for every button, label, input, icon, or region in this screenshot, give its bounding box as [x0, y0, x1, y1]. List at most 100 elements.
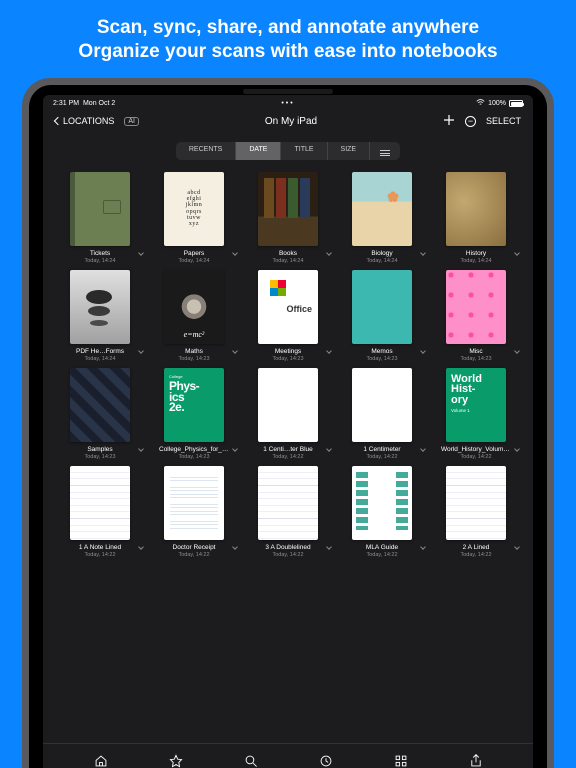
item-date: Today, 14:23: [433, 356, 519, 362]
hero-line-1: Scan, sync, share, and annotate anywhere: [20, 16, 556, 40]
item-name: Tickets: [65, 250, 135, 257]
chevron-down-icon[interactable]: [420, 348, 426, 354]
item-name: 1 Centi…ter Blue: [253, 446, 323, 453]
notebook-item[interactable]: HistoryToday, 14:24: [433, 172, 519, 264]
item-name: 3 A Doublelined: [253, 544, 323, 551]
chevron-down-icon[interactable]: [326, 446, 332, 452]
item-date: Today, 14:24: [151, 258, 237, 264]
item-date: Today, 14:23: [151, 454, 237, 460]
item-date: Today, 14:24: [433, 258, 519, 264]
page-title: On My iPad: [265, 116, 317, 127]
favorites-tab[interactable]: [169, 754, 183, 768]
item-name: 2 A Lined: [441, 544, 511, 551]
recent-tab[interactable]: [319, 754, 333, 768]
notebook-item[interactable]: MemosToday, 14:23: [339, 270, 425, 362]
item-name: Papers: [159, 250, 229, 257]
tab-bar: [43, 743, 533, 768]
item-date: Today, 14:24: [57, 258, 143, 264]
notebook-item[interactable]: PDF He…FormsToday, 14:24: [57, 270, 143, 362]
notebook-item[interactable]: 1 CentimeterToday, 14:22: [339, 368, 425, 460]
item-date: Today, 14:23: [57, 454, 143, 460]
notebook-item[interactable]: CollegePhys-ics2e.College_Physics_for_A……: [151, 368, 237, 460]
chevron-down-icon[interactable]: [138, 544, 144, 550]
chevron-down-icon[interactable]: [138, 446, 144, 452]
ipad-frame: 2:31 PM Mon Oct 2 ••• 100% LO: [22, 78, 554, 768]
notebook-item[interactable]: OfficeMeetingsToday, 14:23: [245, 270, 331, 362]
segment-title[interactable]: TITLE: [281, 142, 327, 160]
notebook-item[interactable]: SamplesToday, 14:23: [57, 368, 143, 460]
browse-tab[interactable]: [394, 754, 408, 768]
status-bar: 2:31 PM Mon Oct 2 ••• 100%: [43, 95, 533, 110]
item-date: Today, 14:22: [57, 552, 143, 558]
chevron-down-icon[interactable]: [514, 446, 520, 452]
segment-recents[interactable]: RECENTS: [176, 142, 236, 160]
search-tab[interactable]: [244, 754, 258, 768]
notebook-item[interactable]: BooksToday, 14:24: [245, 172, 331, 264]
chevron-down-icon[interactable]: [326, 250, 332, 256]
list-view-toggle[interactable]: [370, 142, 400, 160]
chevron-down-icon[interactable]: [138, 348, 144, 354]
chevron-down-icon[interactable]: [232, 544, 238, 550]
notebook-item[interactable]: BiologyToday, 14:24: [339, 172, 425, 264]
chevron-left-icon: [54, 117, 62, 125]
item-date: Today, 14:22: [245, 552, 331, 558]
item-date: Today, 14:22: [433, 552, 519, 558]
item-date: Today, 14:22: [151, 552, 237, 558]
back-button[interactable]: LOCATIONS: [55, 116, 114, 126]
segment-date[interactable]: DATE: [236, 142, 281, 160]
camera-notch: [243, 89, 333, 94]
chevron-down-icon[interactable]: [514, 544, 520, 550]
item-name: Meetings: [253, 348, 323, 355]
item-date: Today, 14:24: [339, 258, 425, 264]
chevron-down-icon[interactable]: [420, 250, 426, 256]
item-name: Memos: [347, 348, 417, 355]
item-name: Doctor Receipt: [159, 544, 229, 551]
notebook-item[interactable]: abcdefghijklmnopqrstuvwxyzPapersToday, 1…: [151, 172, 237, 264]
chevron-down-icon[interactable]: [232, 348, 238, 354]
notebook-item[interactable]: 1 A Note LinedToday, 14:22: [57, 466, 143, 558]
select-button[interactable]: SELECT: [486, 116, 521, 126]
item-name: World_History_Volume_1: [441, 446, 511, 453]
chevron-down-icon[interactable]: [420, 544, 426, 550]
notebook-item[interactable]: 2 A LinedToday, 14:22: [433, 466, 519, 558]
item-date: Today, 14:23: [339, 356, 425, 362]
notebook-item[interactable]: TicketsToday, 14:24: [57, 172, 143, 264]
notebook-item[interactable]: 3 A DoublelinedToday, 14:22: [245, 466, 331, 558]
notebook-item[interactable]: WorldHist-oryVolume 1World_History_Volum…: [433, 368, 519, 460]
item-date: Today, 14:22: [433, 454, 519, 460]
nav-bar: LOCATIONS AI On My iPad − SELECT: [43, 110, 533, 136]
remove-button[interactable]: −: [465, 116, 476, 127]
chevron-down-icon[interactable]: [232, 446, 238, 452]
item-name: History: [441, 250, 511, 257]
chevron-down-icon[interactable]: [514, 348, 520, 354]
segment-size[interactable]: SIZE: [328, 142, 371, 160]
sort-segmented-control: RECENTSDATETITLESIZE: [176, 142, 400, 160]
notebook-item[interactable]: e=mc²MathsToday, 14:23: [151, 270, 237, 362]
item-date: Today, 14:22: [339, 552, 425, 558]
item-name: Samples: [65, 446, 135, 453]
chevron-down-icon[interactable]: [326, 348, 332, 354]
ai-badge[interactable]: AI: [124, 117, 139, 126]
notebook-item[interactable]: MLA GuideToday, 14:22: [339, 466, 425, 558]
chevron-down-icon[interactable]: [420, 446, 426, 452]
notebook-item[interactable]: Doctor ReceiptToday, 14:22: [151, 466, 237, 558]
status-date: Mon Oct 2: [83, 100, 115, 107]
notebook-item[interactable]: MiscToday, 14:23: [433, 270, 519, 362]
item-date: Today, 14:24: [57, 356, 143, 362]
share-tab[interactable]: [469, 754, 483, 768]
home-tab[interactable]: [94, 754, 108, 768]
notebook-item[interactable]: 1 Centi…ter BlueToday, 14:22: [245, 368, 331, 460]
item-name: Books: [253, 250, 323, 257]
item-date: Today, 14:22: [339, 454, 425, 460]
chevron-down-icon[interactable]: [232, 250, 238, 256]
item-name: College_Physics_for_A…Courses: [159, 446, 229, 453]
add-button[interactable]: [443, 114, 455, 128]
hero-line-2: Organize your scans with ease into noteb…: [20, 40, 556, 64]
chevron-down-icon[interactable]: [326, 544, 332, 550]
wifi-icon: [476, 99, 485, 108]
item-name: 1 A Note Lined: [65, 544, 135, 551]
item-name: MLA Guide: [347, 544, 417, 551]
chevron-down-icon[interactable]: [138, 250, 144, 256]
multitask-dots[interactable]: •••: [281, 100, 294, 107]
chevron-down-icon[interactable]: [514, 250, 520, 256]
